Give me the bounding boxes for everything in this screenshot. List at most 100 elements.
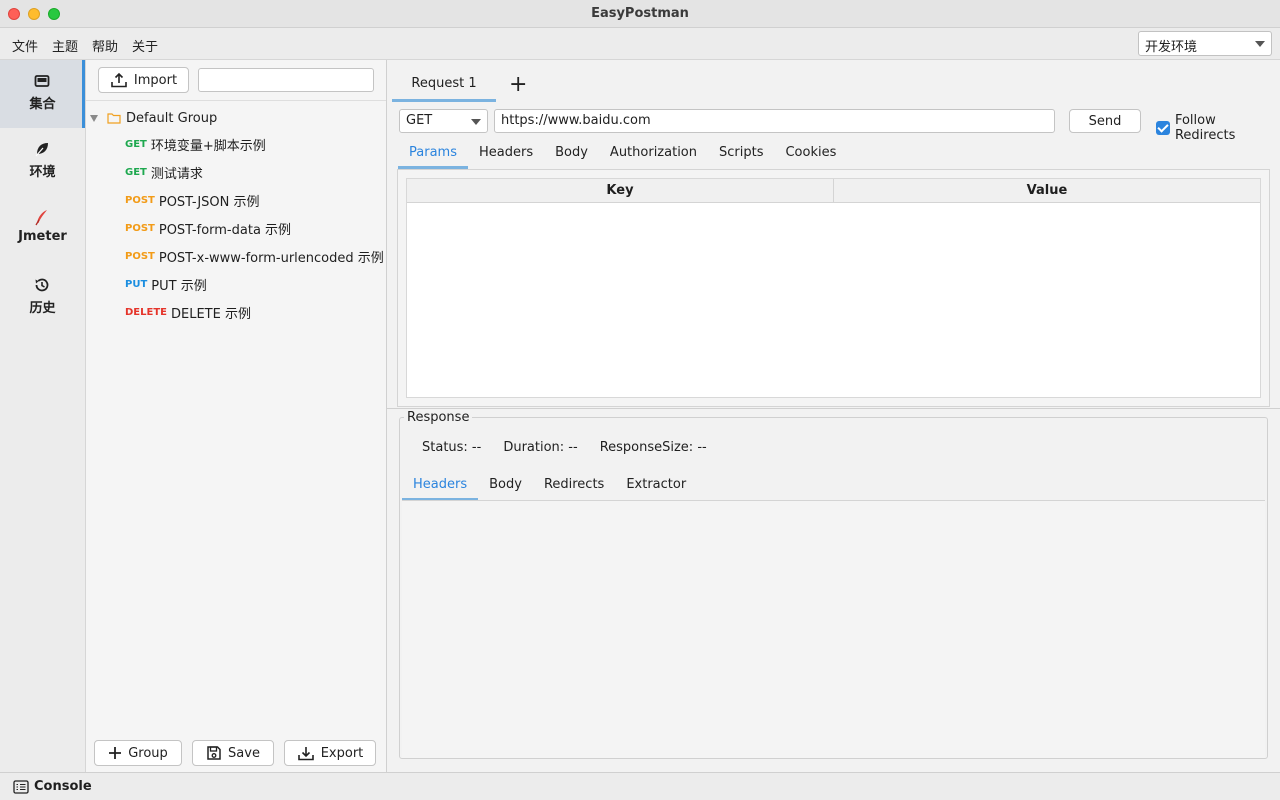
request-tabs: Params Headers Body Authorization Script… [398,143,847,169]
menu-help[interactable]: 帮助 [92,36,118,55]
title-bar: EasyPostman [0,0,1280,28]
divider [86,100,386,101]
nav-label: 环境 [29,165,56,180]
params-panel: Key Value [397,169,1270,407]
follow-redirects-checkbox[interactable]: Follow Redirects [1156,113,1280,143]
add-tab-button[interactable]: + [509,72,527,97]
menu-bar: 文件 主题 帮助 关于 开发环境 [0,28,1280,60]
response-body-area[interactable] [402,500,1265,758]
folder-icon [107,113,121,124]
method-badge: DELETE [125,306,167,318]
method-badge: GET [125,138,147,150]
nav-item-environment[interactable]: 环境 [0,128,85,196]
method-select[interactable]: GET [399,109,488,133]
status-bar: Console [0,772,1280,800]
checkbox-checked-icon[interactable] [1156,121,1170,135]
tab-body[interactable]: Body [544,143,599,169]
response-status: Status: -- [422,440,482,455]
request-name: POST-x-www-form-urlencoded 示例 [158,250,384,266]
group-name: Default Group [126,110,218,126]
request-name: POST-form-data 示例 [158,222,292,238]
request-name: 测试请求 [150,166,203,182]
follow-redirects-label: Follow Redirects [1174,113,1236,143]
environment-select[interactable]: 开发环境 [1138,31,1272,56]
column-header-value: Value [834,179,1260,203]
chevron-down-icon [1255,41,1265,47]
collection-search-input[interactable] [198,68,374,92]
nav-label: Jmeter [18,229,67,244]
list-item[interactable]: POST POST-x-www-form-urlencoded 示例 [125,246,384,266]
nav-label: 历史 [29,301,56,316]
collections-panel: Import Default Group GET 环境变量+脚本示例 GET 测… [86,60,387,772]
import-label: Import [133,72,178,88]
method-badge: POST [125,222,155,234]
tab-scripts[interactable]: Scripts [708,143,774,169]
left-nav: 集合 环境 Jmeter 历史 [0,60,86,772]
params-table[interactable]: Key Value [406,178,1261,398]
plus-icon [109,747,122,759]
tab-response-headers[interactable]: Headers [402,475,479,501]
tab-response-body[interactable]: Body [478,475,533,501]
menu-about[interactable]: 关于 [132,36,158,55]
request-name: DELETE 示例 [171,306,251,322]
split-divider[interactable] [387,408,1280,409]
nav-item-collections[interactable]: 集合 [0,60,85,128]
tab-params[interactable]: Params [398,143,468,169]
expand-triangle-icon[interactable] [90,114,98,122]
method-badge: GET [125,166,147,178]
list-item[interactable]: PUT PUT 示例 [125,274,207,294]
save-button[interactable]: Save [192,740,274,766]
request-name: PUT 示例 [151,278,207,294]
collection-icon [34,75,50,87]
request-name: 环境变量+脚本示例 [150,138,266,154]
export-button[interactable]: Export [284,740,376,766]
response-duration: Duration: -- [503,440,578,455]
tab-response-redirects[interactable]: Redirects [533,475,615,501]
response-tabs: Headers Body Redirects Extractor [402,475,697,501]
list-item[interactable]: DELETE DELETE 示例 [125,302,251,322]
menu-file[interactable]: 文件 [12,36,38,55]
list-item[interactable]: POST POST-JSON 示例 [125,190,260,210]
upload-icon [111,72,127,88]
send-button[interactable]: Send [1069,109,1141,133]
tab-headers[interactable]: Headers [468,143,544,169]
column-header-key: Key [407,179,834,203]
request-name: POST-JSON 示例 [158,194,260,210]
list-item[interactable]: GET 环境变量+脚本示例 [125,134,266,154]
tab-cookies[interactable]: Cookies [774,143,847,169]
environment-value: 开发环境 [1145,40,1198,55]
group-button-label: Group [128,745,168,761]
main-area: Request 1 + GET https://www.baidu.com Se… [387,60,1280,772]
method-badge: POST [125,194,155,206]
feather-icon [35,210,47,226]
leaf-icon [35,143,48,157]
tab-request-1[interactable]: Request 1 [392,60,496,102]
nav-item-history[interactable]: 历史 [0,264,85,332]
menu-theme[interactable]: 主题 [52,36,78,55]
list-item[interactable]: POST POST-form-data 示例 [125,218,291,238]
add-group-button[interactable]: Group [94,740,182,766]
console-icon [13,779,29,794]
list-item[interactable]: GET 测试请求 [125,162,203,182]
export-button-label: Export [320,745,364,761]
nav-item-jmeter[interactable]: Jmeter [0,196,85,264]
url-input[interactable]: https://www.baidu.com [494,109,1055,133]
chevron-down-icon [471,119,481,125]
response-status-row: Status: -- Duration: -- ResponseSize: -- [422,440,707,455]
save-icon [207,746,221,760]
import-button[interactable]: Import [98,67,189,93]
tab-response-extractor[interactable]: Extractor [615,475,697,501]
console-label: Console [34,779,92,794]
method-badge: POST [125,250,155,262]
nav-label: 集合 [29,97,56,112]
download-icon [297,747,314,761]
method-badge: PUT [125,278,148,290]
save-button-label: Save [228,745,260,761]
response-size: ResponseSize: -- [599,440,707,455]
history-icon [35,278,49,292]
tree-group-default[interactable]: Default Group [90,108,217,128]
window-title: EasyPostman [591,6,689,21]
response-panel: Response Status: -- Duration: -- Respons… [399,410,1268,759]
console-button[interactable]: Console [13,779,92,794]
tab-authorization[interactable]: Authorization [599,143,708,169]
